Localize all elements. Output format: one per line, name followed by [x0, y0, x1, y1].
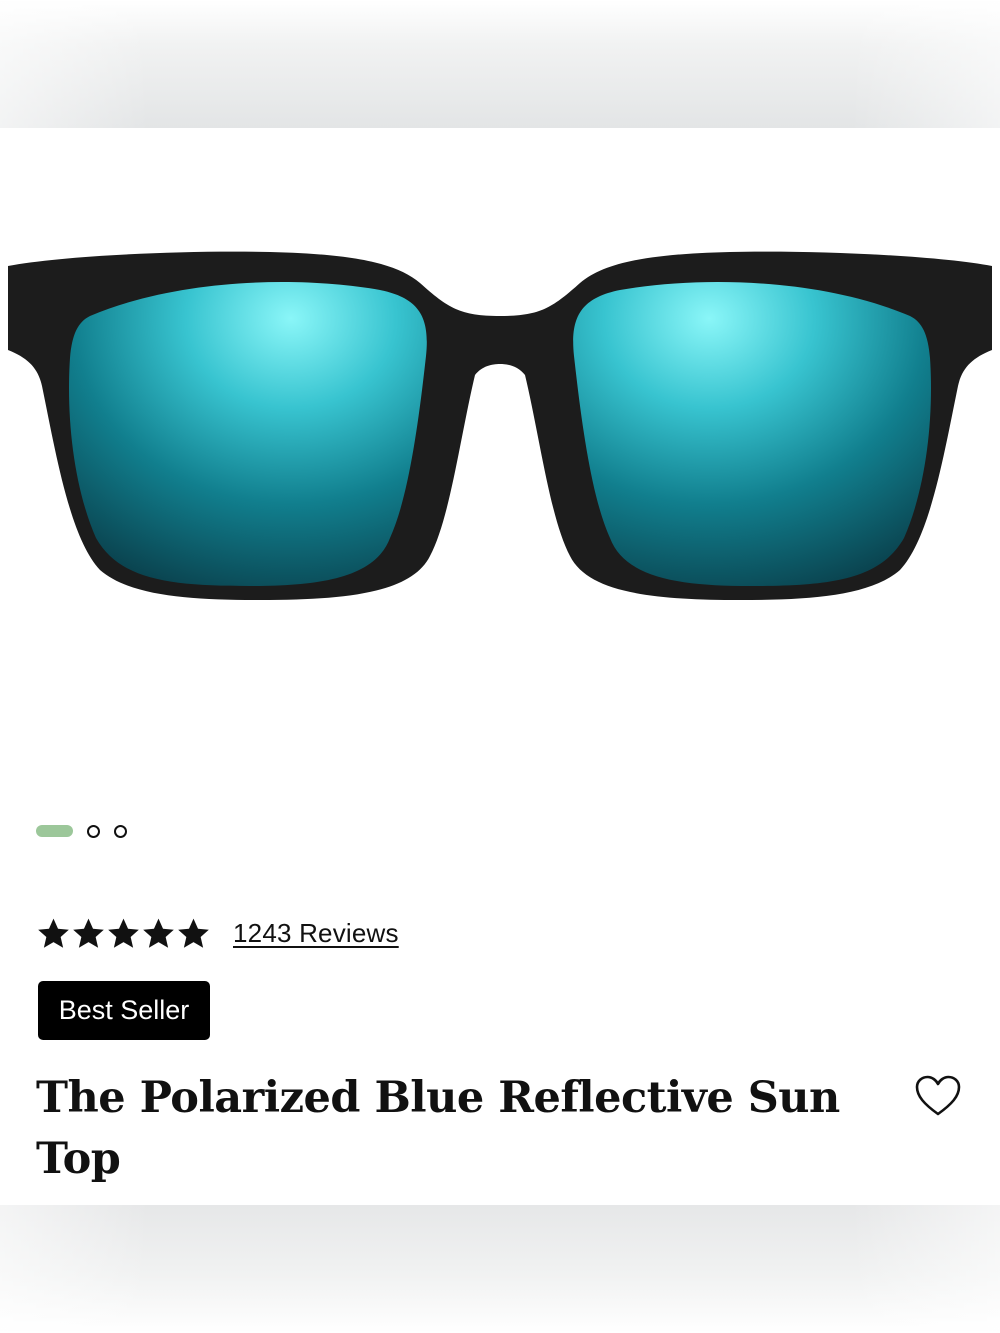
- star-filled-icon: [143, 918, 174, 948]
- lens-left: [69, 282, 427, 586]
- best-seller-badge: Best Seller: [38, 981, 210, 1040]
- favorite-button[interactable]: [914, 1074, 962, 1118]
- carousel-dots: [36, 823, 141, 839]
- star-filled-icon: [108, 918, 139, 948]
- product-page: 1243 Reviews Best Seller The Polarized B…: [0, 0, 1000, 1333]
- bottom-overlay: [0, 1205, 1000, 1333]
- carousel-dot-active[interactable]: [36, 825, 73, 837]
- rating-row: 1243 Reviews: [36, 912, 399, 954]
- heart-outline-icon: [915, 1075, 961, 1116]
- carousel-dot[interactable]: [87, 824, 100, 838]
- star-filled-icon: [73, 918, 104, 948]
- lens-right: [573, 282, 931, 586]
- carousel-dot[interactable]: [114, 824, 127, 838]
- star-filled-icon: [38, 918, 69, 948]
- product-title: The Polarized Blue Reflective Sun Top: [36, 1073, 840, 1184]
- reviews-link[interactable]: 1243 Reviews: [233, 918, 399, 949]
- product-image[interactable]: [0, 128, 1000, 808]
- star-rating: [36, 916, 211, 951]
- sunglasses-image: [8, 251, 992, 600]
- top-overlay: [0, 0, 1000, 128]
- star-filled-icon: [178, 918, 209, 948]
